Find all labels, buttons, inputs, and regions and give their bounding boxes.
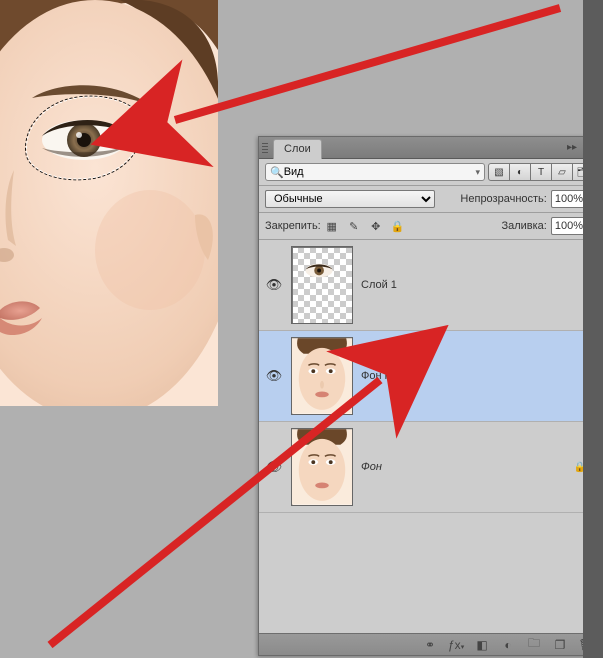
lock-position-icon[interactable]: ✥ xyxy=(369,219,383,233)
filter-adjust-icon[interactable]: ◐ xyxy=(509,163,531,181)
collapse-double-arrow-icon[interactable]: ▸▸ xyxy=(564,141,580,155)
mask-icon[interactable]: ◧ xyxy=(474,638,490,652)
layer-thumbnail[interactable] xyxy=(291,246,353,324)
lock-row: Закрепить: ▦ ✎ ✥ 🔒 Заливка: 100%▾ xyxy=(259,213,600,240)
fx-icon[interactable]: ƒx▾ xyxy=(448,638,464,652)
canvas-face-image xyxy=(0,0,218,406)
panel-header: Слои ▸▸ ▾≡ xyxy=(259,137,600,159)
visibility-toggle[interactable]: 👁 xyxy=(265,459,283,475)
eye-icon: 👁 xyxy=(266,459,283,475)
filter-segment: ▧ ◐ T ▱ 🗂 xyxy=(489,163,594,181)
link-layers-icon[interactable]: ⚭ xyxy=(422,638,438,652)
filter-pixel-icon[interactable]: ▧ xyxy=(488,163,510,181)
layer-row[interactable]: 👁 Слой 1 xyxy=(259,240,600,331)
layer-filter-kind[interactable]: 🔍 ▾ xyxy=(265,163,485,181)
lock-label: Закрепить: xyxy=(265,220,321,232)
adjustment-icon[interactable]: ◐ xyxy=(500,638,516,652)
layer-name[interactable]: Фон xyxy=(361,461,382,473)
document-canvas[interactable] xyxy=(0,0,218,406)
layer-name[interactable]: Слой 1 xyxy=(361,279,397,291)
layer-row[interactable]: 👁 Фон копия xyxy=(259,331,600,422)
eye-icon: 👁 xyxy=(266,277,283,293)
lock-pixels-icon[interactable]: ✎ xyxy=(347,219,361,233)
eye-icon: 👁 xyxy=(266,368,283,384)
layers-tab[interactable]: Слои xyxy=(273,139,322,159)
filter-shape-icon[interactable]: ▱ xyxy=(551,163,573,181)
layer-list: 👁 Слой 1 👁 xyxy=(259,240,600,633)
opacity-label: Непрозрачность: xyxy=(460,193,546,205)
filter-text-icon[interactable]: T xyxy=(530,163,552,181)
visibility-toggle[interactable]: 👁 xyxy=(265,368,283,384)
panel-grip[interactable] xyxy=(259,137,271,158)
window-scroll-edge xyxy=(583,0,603,658)
search-icon: 🔍 xyxy=(270,166,284,179)
group-icon[interactable]: 🗀 xyxy=(526,634,542,655)
filter-kind-input[interactable] xyxy=(284,166,476,178)
filter-row: 🔍 ▾ ▧ ◐ T ▱ 🗂 xyxy=(259,159,600,186)
panel-footer: ⚭ ƒx▾ ◧ ◐ 🗀 ❐ 🗑 xyxy=(259,633,600,655)
chevron-down-icon: ▾ xyxy=(475,167,480,178)
fill-label: Заливка: xyxy=(501,220,546,232)
blend-row: Обычные Непрозрачность: 100%▾ xyxy=(259,186,600,213)
layer-name[interactable]: Фон копия xyxy=(361,370,414,382)
lock-transparency-icon[interactable]: ▦ xyxy=(325,219,339,233)
visibility-toggle[interactable]: 👁 xyxy=(265,277,283,293)
layer-thumbnail[interactable] xyxy=(291,428,353,506)
layer-thumbnail[interactable] xyxy=(291,337,353,415)
new-layer-icon[interactable]: ❐ xyxy=(552,638,568,652)
blend-mode-select[interactable]: Обычные xyxy=(265,190,435,208)
lock-all-icon[interactable]: 🔒 xyxy=(391,219,405,233)
layers-panel: Слои ▸▸ ▾≡ 🔍 ▾ ▧ ◐ T ▱ 🗂 Обычные Непрозр… xyxy=(258,136,601,656)
layer-row[interactable]: 👁 Фон 🔒 xyxy=(259,422,600,513)
